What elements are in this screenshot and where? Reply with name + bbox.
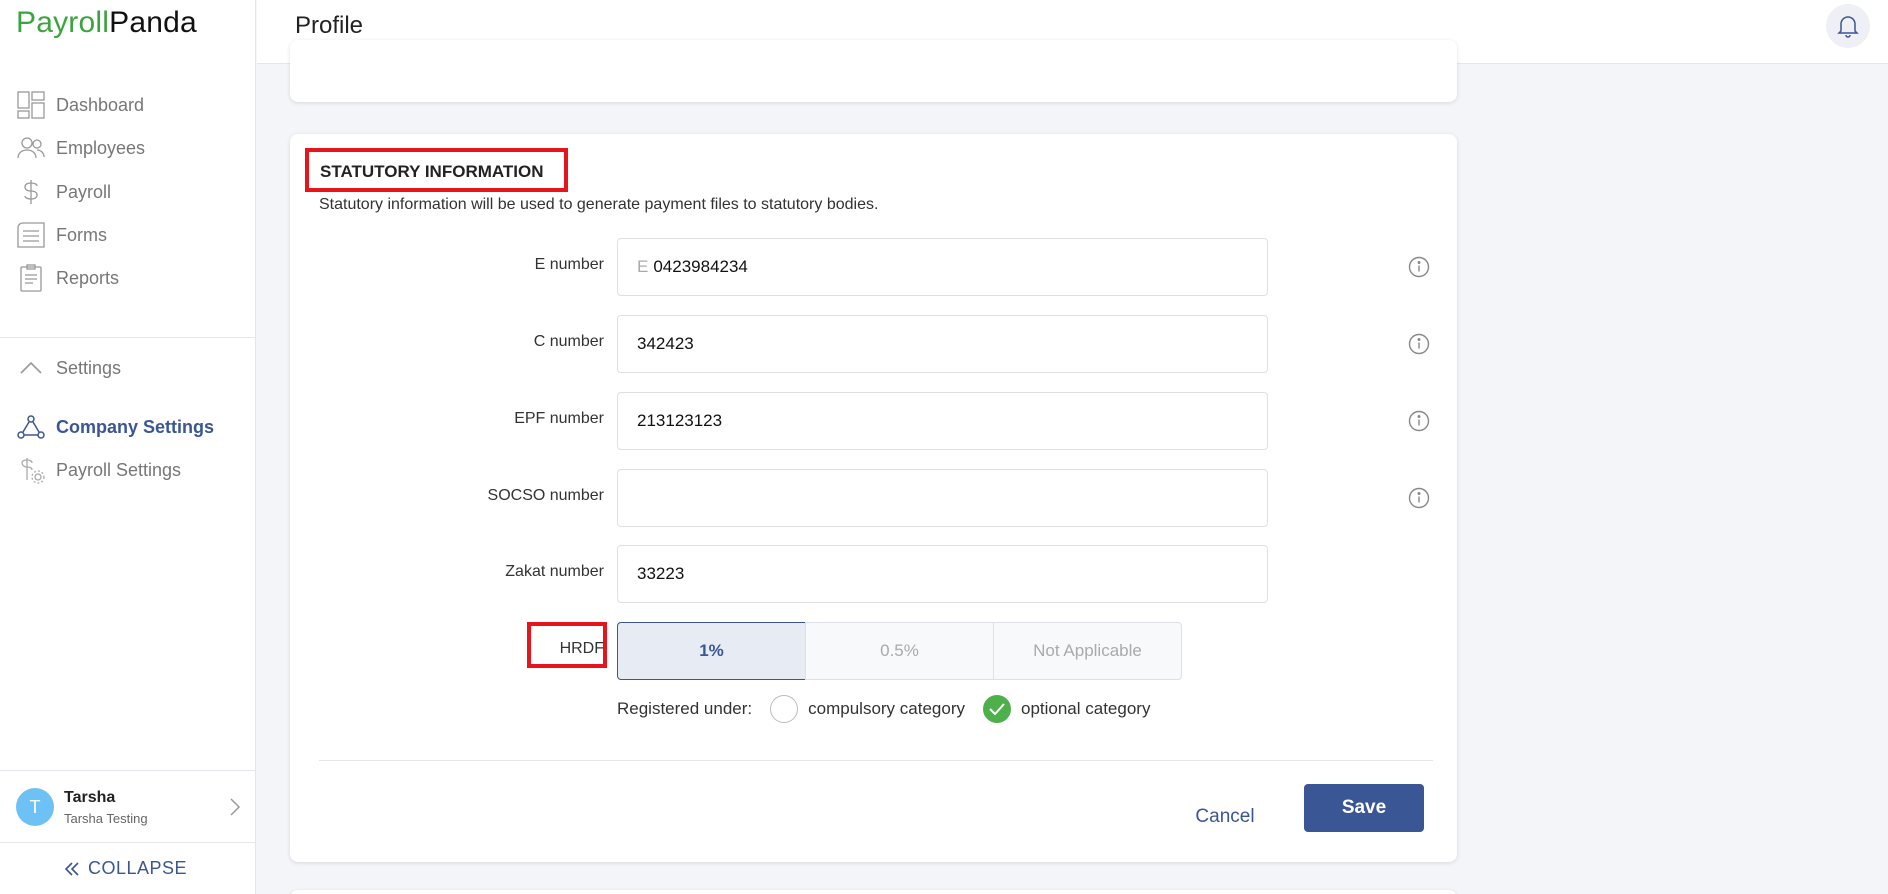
info-icon[interactable] <box>1408 256 1430 278</box>
collapse-sidebar-button[interactable]: COLLAPSE <box>64 858 187 879</box>
socso-number-label: SOCSO number <box>487 487 604 504</box>
bell-icon <box>1837 14 1859 38</box>
settings-label: Settings <box>56 357 122 378</box>
section-title: STATUTORY INFORMATION <box>320 162 544 181</box>
epf-number-value: 213123123 <box>637 411 723 430</box>
double-chevron-left-icon <box>64 861 80 877</box>
logo-part-1: Payroll <box>16 6 110 39</box>
collapse-label: COLLAPSE <box>88 858 188 878</box>
sidebar-item-label: Payroll <box>56 181 112 202</box>
dollar-icon <box>16 177 46 207</box>
sidebar-item-label: Payroll Settings <box>56 459 182 480</box>
hrdf-label: HRDF <box>559 640 604 657</box>
zakat-number-value: 33223 <box>637 564 685 583</box>
optional-category-radio[interactable] <box>982 695 1011 723</box>
sidebar-item-company-settings[interactable]: Company Settings <box>16 411 214 443</box>
section-description: Statutory information will be used to ge… <box>319 196 879 213</box>
previous-section-card <box>290 40 1457 102</box>
chevron-right-icon <box>229 797 241 822</box>
sidebar-item-label: Dashboard <box>56 94 145 115</box>
company-icon <box>16 412 46 442</box>
hrdf-option-1-percent[interactable]: 1% <box>617 622 806 680</box>
check-icon <box>989 703 1005 715</box>
compulsory-category-radio[interactable] <box>770 695 799 723</box>
user-name: Tarsha <box>64 788 116 806</box>
e-number-input[interactable]: E 0423984234 <box>617 238 1268 296</box>
cancel-button[interactable]: Cancel <box>1180 794 1270 840</box>
sidebar-item-employees[interactable]: Employees <box>16 132 145 164</box>
e-number-prefix: E <box>637 257 649 276</box>
employees-icon <box>16 133 46 163</box>
sidebar-divider <box>0 337 256 338</box>
socso-number-input[interactable] <box>617 469 1268 527</box>
registered-under-label: Registered under: <box>617 699 753 718</box>
e-number-value: 0423984234 <box>653 257 748 276</box>
c-number-value: 342423 <box>637 334 694 353</box>
epf-number-input[interactable]: 213123123 <box>617 392 1268 450</box>
payroll-settings-icon <box>16 455 46 485</box>
sidebar-item-payroll-settings[interactable]: Payroll Settings <box>16 454 181 486</box>
sidebar-divider <box>0 770 256 771</box>
sidebar-item-dashboard[interactable]: Dashboard <box>16 89 144 121</box>
compulsory-category-label: compulsory category <box>808 699 965 718</box>
sidebar-settings-toggle[interactable]: Settings <box>16 352 121 384</box>
optional-category-label: optional category <box>1020 699 1151 718</box>
info-icon[interactable] <box>1408 410 1430 432</box>
actions-divider <box>319 760 1433 761</box>
notifications-button[interactable] <box>1826 4 1870 48</box>
sidebar-item-label: Employees <box>56 137 146 158</box>
zakat-number-input[interactable]: 33223 <box>617 545 1268 603</box>
zakat-number-label: Zakat number <box>505 563 604 580</box>
reports-icon <box>16 263 46 293</box>
hrdf-option-not-applicable[interactable]: Not Applicable <box>993 622 1182 680</box>
registered-under-group: Registered under: compulsory category op… <box>617 694 1150 724</box>
sidebar-item-reports[interactable]: Reports <box>16 262 119 294</box>
sidebar-item-payroll[interactable]: Payroll <box>16 176 111 208</box>
next-section-card <box>290 890 1457 894</box>
hrdf-rate-selector: 1% 0.5% Not Applicable <box>617 622 1182 680</box>
info-icon[interactable] <box>1408 333 1430 355</box>
sidebar-item-label: Company Settings <box>56 416 215 437</box>
dashboard-icon <box>16 90 46 120</box>
app-logo[interactable]: PayrollPanda <box>16 6 197 40</box>
save-button[interactable]: Save <box>1304 784 1424 832</box>
c-number-label: C number <box>533 333 604 350</box>
sidebar-item-forms[interactable]: Forms <box>16 219 107 251</box>
sidebar-item-label: Reports <box>56 267 120 288</box>
statutory-information-card: STATUTORY INFORMATION Statutory informat… <box>290 134 1457 862</box>
c-number-input[interactable]: 342423 <box>617 315 1268 373</box>
info-icon[interactable] <box>1408 487 1430 509</box>
sidebar-divider <box>0 842 256 843</box>
avatar: T <box>16 788 54 826</box>
hrdf-option-0-5-percent[interactable]: 0.5% <box>805 622 994 680</box>
logo-part-2: Panda <box>109 6 197 39</box>
forms-icon <box>16 220 46 250</box>
e-number-label: E number <box>534 256 604 273</box>
page-title: Profile <box>295 12 364 39</box>
epf-number-label: EPF number <box>514 410 604 427</box>
sidebar: PayrollPanda Dashboard Employees Payroll… <box>0 0 256 894</box>
chevron-up-icon <box>16 353 46 383</box>
sidebar-item-label: Forms <box>56 224 107 245</box>
user-company: Tarsha Testing <box>64 810 148 826</box>
user-profile-menu[interactable]: T Tarsha Tarsha Testing <box>16 785 241 829</box>
